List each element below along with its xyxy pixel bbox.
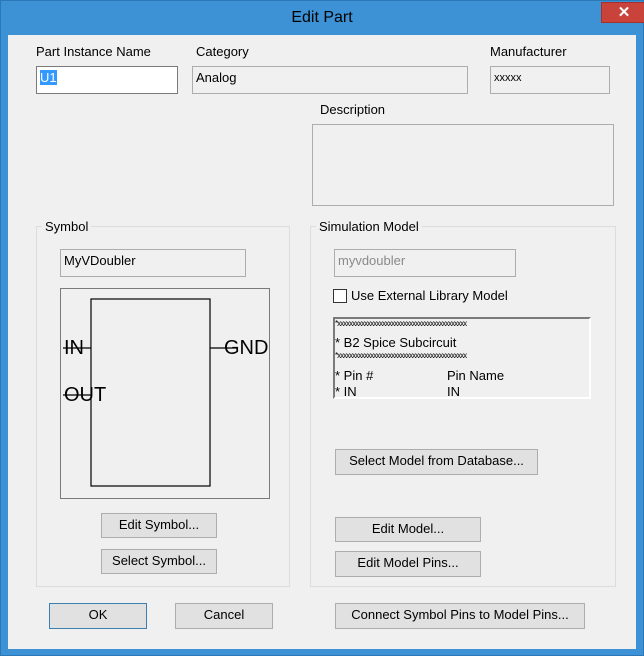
listing-line-1: *xxxxxxxxxxxxxxxxxxxxxxxxxxxxxxxxxxxxxxx… [335,319,467,328]
pin-out-label: OUT [64,384,107,406]
listing-pin-row: * IN [335,384,357,399]
description-textarea[interactable] [312,124,614,206]
symbol-group-title: Symbol [42,219,92,234]
manufacturer-field: xxxxx [490,66,610,94]
close-icon: ✕ [617,4,631,21]
listing-line-2: * B2 Spice Subcircuit [335,335,457,350]
listing-pin-name-header: Pin Name [447,368,505,383]
pin-in-label: IN [64,337,84,359]
symbol-name-field: MyVDoubler [60,249,246,277]
pin-gnd-label: GND [224,337,269,359]
edit-part-window: Edit Part ✕ Part Instance Name U1 Catego… [0,0,644,656]
use-external-library-label[interactable]: Use External Library Model [351,288,508,303]
category-label: Category [196,44,249,59]
manufacturer-label: Manufacturer [490,44,567,59]
close-button[interactable]: ✕ [601,2,644,23]
select-model-from-database-button[interactable]: Select Model from Database... [335,449,538,475]
connect-symbol-pins-button[interactable]: Connect Symbol Pins to Model Pins... [335,603,585,629]
title-bar[interactable]: Edit Part ✕ [1,1,644,35]
simulation-model-group-title: Simulation Model [316,219,422,234]
listing-line-3: *xxxxxxxxxxxxxxxxxxxxxxxxxxxxxxxxxxxxxxx… [335,351,467,360]
model-name-field: myvdoubler [334,249,516,277]
ok-button[interactable]: OK [49,603,147,629]
model-listing[interactable]: *xxxxxxxxxxxxxxxxxxxxxxxxxxxxxxxxxxxxxxx… [333,317,591,399]
category-field: Analog [192,66,468,94]
cancel-button[interactable]: Cancel [175,603,273,629]
part-instance-name-input[interactable]: U1 [36,66,178,94]
edit-symbol-button[interactable]: Edit Symbol... [101,513,217,538]
symbol-preview: IN OUT GND [60,288,270,499]
window-title: Edit Part [291,9,353,26]
listing-pin-name-row: IN [447,384,460,399]
edit-model-pins-button[interactable]: Edit Model Pins... [335,551,481,577]
description-label: Description [320,102,386,117]
part-instance-name-label: Part Instance Name [36,44,151,59]
listing-pin-header: * Pin # [335,368,374,383]
select-symbol-button[interactable]: Select Symbol... [101,549,217,574]
symbol-body [90,298,211,487]
use-external-library-checkbox[interactable] [333,289,347,303]
part-instance-name-value: U1 [40,70,57,85]
edit-model-button[interactable]: Edit Model... [335,517,481,542]
dialog-body: Part Instance Name U1 Category Analog Ma… [8,35,636,649]
